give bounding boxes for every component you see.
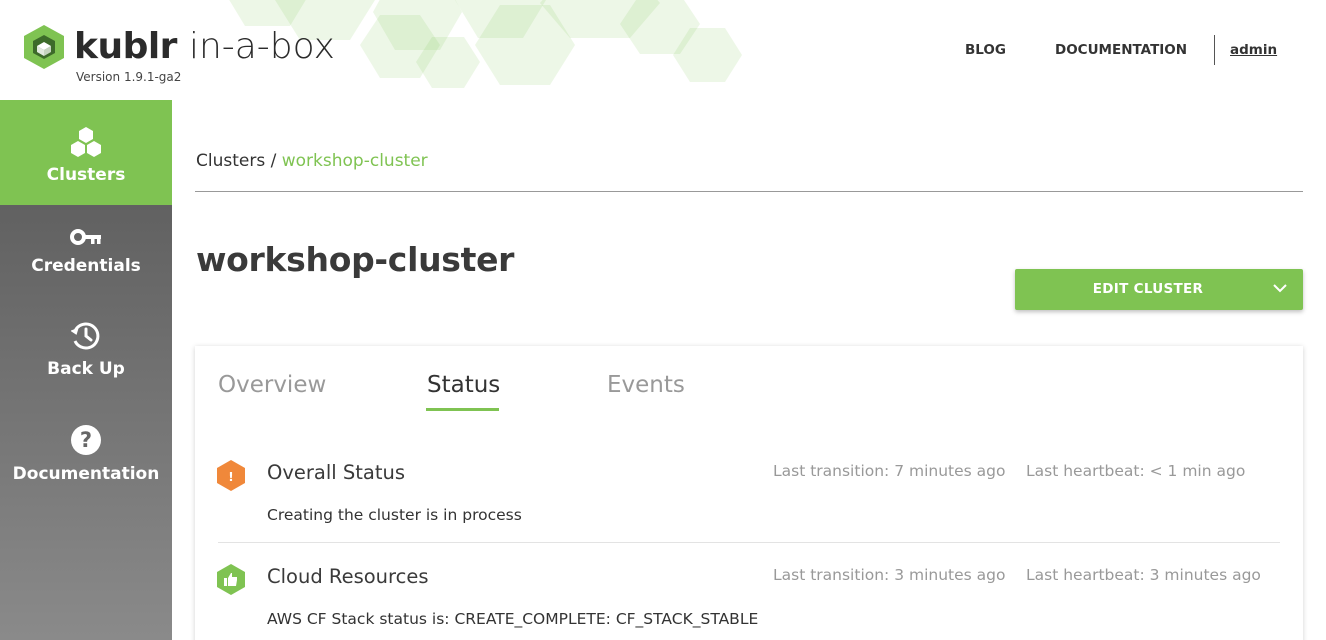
sidebar-item-clusters[interactable]: Clusters (0, 100, 172, 205)
status-row-message: Creating the cluster is in process (267, 506, 522, 524)
sidebar-item-backup[interactable]: Back Up (0, 321, 172, 381)
last-heartbeat: Last heartbeat: < 1 min ago (1026, 462, 1246, 480)
nav-divider (1214, 35, 1215, 65)
tab-events[interactable]: Events (607, 372, 685, 398)
page-title: workshop-cluster (196, 240, 515, 279)
warning-hex-icon: ! (217, 460, 245, 491)
sidebar-item-credentials[interactable]: Credentials (0, 228, 172, 288)
chevron-down-icon[interactable] (1273, 283, 1287, 293)
thumbs-up-hex-icon (217, 564, 245, 595)
question-circle-icon: ? (71, 425, 101, 455)
sidebar-item-label: Credentials (31, 256, 141, 276)
last-transition: Last transition: 7 minutes ago (773, 462, 1006, 480)
kublr-logo[interactable]: kublr in-a-box (22, 24, 335, 70)
breadcrumb: Clusters / workshop-cluster (196, 151, 428, 171)
breadcrumb-current: workshop-cluster (281, 151, 428, 171)
sidebar-item-label: Back Up (47, 359, 125, 379)
status-card (195, 346, 1303, 640)
status-row-message: AWS CF Stack status is: CREATE_COMPLETE:… (267, 610, 759, 628)
key-icon (70, 229, 101, 245)
tab-overview[interactable]: Overview (218, 372, 326, 398)
active-tab-indicator (426, 408, 499, 411)
brand-suffix: in-a-box (188, 26, 335, 67)
breadcrumb-root-link[interactable]: Clusters (196, 151, 265, 171)
status-row-title: Overall Status (267, 461, 406, 484)
tab-status[interactable]: Status (427, 372, 500, 398)
svg-text:?: ? (80, 428, 92, 452)
status-row-title: Cloud Resources (267, 565, 429, 588)
kublr-hexagon-logo-icon (24, 25, 64, 69)
nav-blog-link[interactable]: BLOG (965, 42, 1006, 58)
hexagons-icon (71, 127, 101, 157)
breadcrumb-separator: / (265, 151, 282, 171)
version-label: Version 1.9.1-ga2 (76, 70, 182, 84)
sidebar-item-label: Documentation (12, 464, 160, 484)
sidebar: Clusters Credentials Back Up ? Documenta… (0, 100, 172, 640)
edit-cluster-button[interactable]: EDIT CLUSTER (1015, 269, 1303, 310)
sidebar-item-documentation[interactable]: ? Documentation (0, 424, 172, 488)
last-transition: Last transition: 3 minutes ago (773, 566, 1006, 584)
svg-text:!: ! (228, 470, 233, 484)
user-menu-admin[interactable]: admin (1230, 42, 1277, 58)
last-heartbeat: Last heartbeat: 3 minutes ago (1026, 566, 1261, 584)
history-icon (71, 322, 100, 350)
nav-documentation-link[interactable]: DOCUMENTATION (1055, 42, 1187, 58)
sidebar-item-label: Clusters (46, 165, 126, 185)
breadcrumb-divider (195, 191, 1303, 192)
row-divider (218, 542, 1280, 543)
edit-cluster-label: EDIT CLUSTER (1092, 281, 1204, 297)
brand-name: kublr (74, 26, 177, 67)
